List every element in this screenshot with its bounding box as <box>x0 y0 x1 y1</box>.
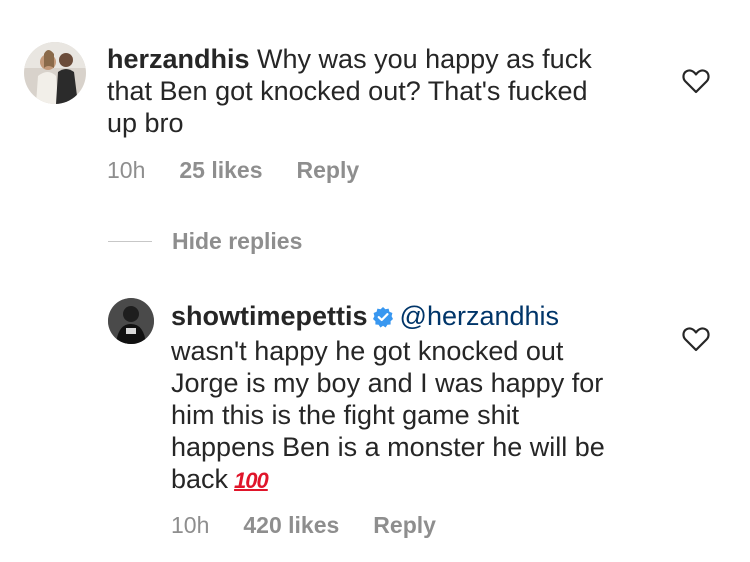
comment-username[interactable]: herzandhis <box>107 44 250 74</box>
comment-time: 10h <box>171 512 210 538</box>
mention-link[interactable]: @herzandhis <box>400 301 560 331</box>
likes-count[interactable]: 25 likes <box>179 157 262 184</box>
comment-body: him this is the fight game shit <box>171 400 520 430</box>
comment-body: happens Ben is a monster he will be <box>171 432 605 462</box>
comment-showtimepettis: showtimepettis @herzandhis wasn't happy … <box>0 290 750 550</box>
verified-badge-icon <box>372 303 394 335</box>
hide-replies-button[interactable]: Hide replies <box>108 228 302 255</box>
comment-body: back <box>171 464 229 494</box>
comment-body: wasn't happy he got knocked out <box>171 336 564 366</box>
reply-button[interactable]: Reply <box>373 512 436 539</box>
comment-meta: 10h 25 likes Reply <box>107 157 359 184</box>
hide-replies-label: Hide replies <box>172 228 303 254</box>
heart-outline-icon[interactable] <box>682 68 710 94</box>
hundred-points-emoji: 100 <box>234 468 269 493</box>
likes-count[interactable]: 420 likes <box>243 512 339 539</box>
comment-herzandhis: herzandhis Why was you happy as fuck tha… <box>0 0 750 200</box>
comment-time: 10h <box>107 157 146 183</box>
comment-text: showtimepettis @herzandhis wasn't happy … <box>171 300 651 497</box>
comment-body: Why was you happy as fuck <box>257 44 592 74</box>
comment-text: herzandhis Why was you happy as fuck tha… <box>107 43 667 139</box>
comment-username[interactable]: showtimepettis <box>171 301 368 331</box>
comment-body: that Ben got knocked out? That's fucked <box>107 76 588 106</box>
reply-button[interactable]: Reply <box>297 157 360 184</box>
comment-meta: 10h 420 likes Reply <box>171 512 436 539</box>
avatar[interactable] <box>24 42 86 104</box>
comment-body: Jorge is my boy and I was happy for <box>171 368 604 398</box>
divider <box>108 241 152 242</box>
heart-outline-icon[interactable] <box>682 326 710 352</box>
comment-body: up bro <box>107 108 184 138</box>
avatar[interactable] <box>108 298 154 344</box>
